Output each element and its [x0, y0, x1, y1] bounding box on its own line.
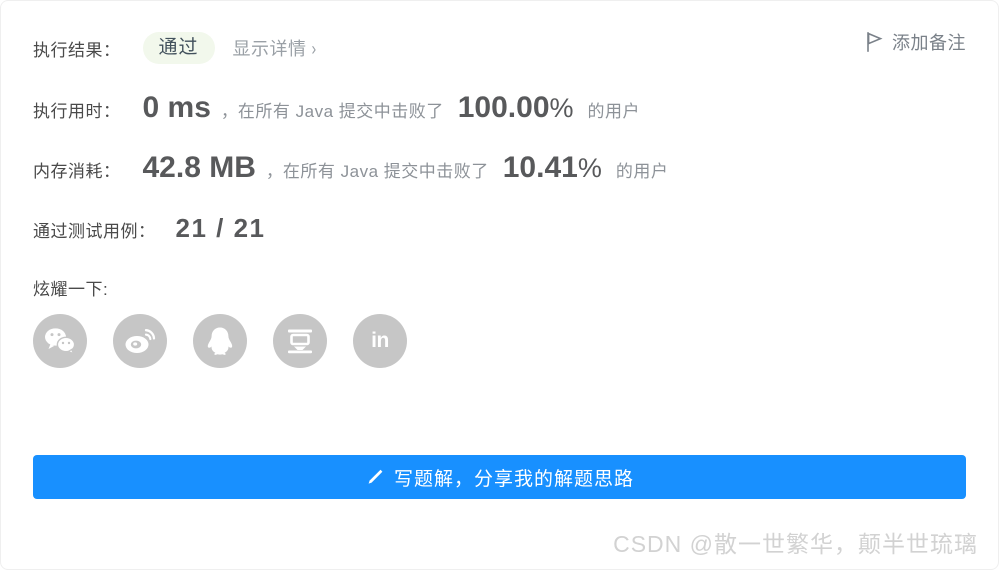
share-title: 炫耀一下:: [33, 280, 109, 299]
flag-icon: [866, 32, 883, 52]
pencil-icon: [365, 468, 384, 487]
wechat-icon: [44, 327, 76, 355]
memory-percentile-number: 10.41: [502, 151, 578, 184]
execution-result-label: 执行结果：: [33, 40, 121, 60]
runtime-comparison-text: 在所有 Java 提交中击败了: [237, 102, 444, 121]
memory-value: 42.8 MB: [142, 151, 256, 184]
memory-percentile: 10.41%: [503, 151, 602, 185]
memory-label: 内存消耗：: [33, 162, 121, 181]
douban-icon: [285, 326, 315, 356]
runtime-label: 执行用时：: [33, 102, 121, 121]
share-wechat-button[interactable]: [33, 314, 87, 368]
share-icon-list: in: [33, 314, 966, 368]
testcases-value: 21 / 21: [175, 213, 266, 243]
memory-users-text: 的用户: [615, 162, 669, 181]
weibo-icon: [124, 327, 156, 355]
runtime-percentile-number: 100.00: [457, 91, 550, 124]
memory-comma: ，: [265, 162, 283, 181]
chevron-right-icon: ›: [311, 37, 317, 59]
execution-result-row: 执行结果： 通过 显示详情 › 添加备注: [33, 27, 966, 69]
testcases-row: 通过测试用例： 21 / 21: [33, 213, 966, 247]
show-details-label: 显示详情: [232, 39, 307, 59]
memory-percent-sign: %: [577, 153, 602, 183]
write-solution-button[interactable]: 写题解，分享我的解题思路: [33, 455, 966, 499]
runtime-percent-sign: %: [549, 93, 574, 123]
share-qq-button[interactable]: [193, 314, 247, 368]
add-note-button[interactable]: 添加备注: [866, 29, 966, 55]
runtime-comma: ，: [220, 102, 238, 121]
runtime-row: 执行用时： 0 ms ， 在所有 Java 提交中击败了 100.00% 的用户: [33, 91, 966, 129]
share-douban-button[interactable]: [273, 314, 327, 368]
memory-row: 内存消耗： 42.8 MB ， 在所有 Java 提交中击败了 10.41% 的…: [33, 151, 966, 189]
runtime-percentile: 100.00%: [458, 91, 574, 125]
linkedin-icon: in: [371, 328, 389, 352]
share-block: 炫耀一下: in: [33, 275, 966, 368]
testcases-label: 通过测试用例：: [33, 222, 156, 241]
status-badge: 通过: [142, 32, 215, 64]
show-details-link[interactable]: 显示详情 ›: [233, 35, 317, 61]
memory-comparison-text: 在所有 Java 提交中击败了: [282, 162, 489, 181]
submission-result-card: 执行结果： 通过 显示详情 › 添加备注 执行用时： 0 ms ， 在所有 Ja…: [0, 0, 999, 570]
share-weibo-button[interactable]: [113, 314, 167, 368]
runtime-users-text: 的用户: [587, 102, 641, 121]
qq-icon: [206, 326, 234, 356]
write-solution-label: 写题解，分享我的解题思路: [393, 468, 634, 490]
add-note-label: 添加备注: [892, 33, 966, 53]
share-linkedin-button[interactable]: in: [353, 314, 407, 368]
csdn-watermark: CSDN @散一世繁华，颠半世琉璃: [613, 531, 978, 557]
runtime-value: 0 ms: [142, 91, 211, 124]
